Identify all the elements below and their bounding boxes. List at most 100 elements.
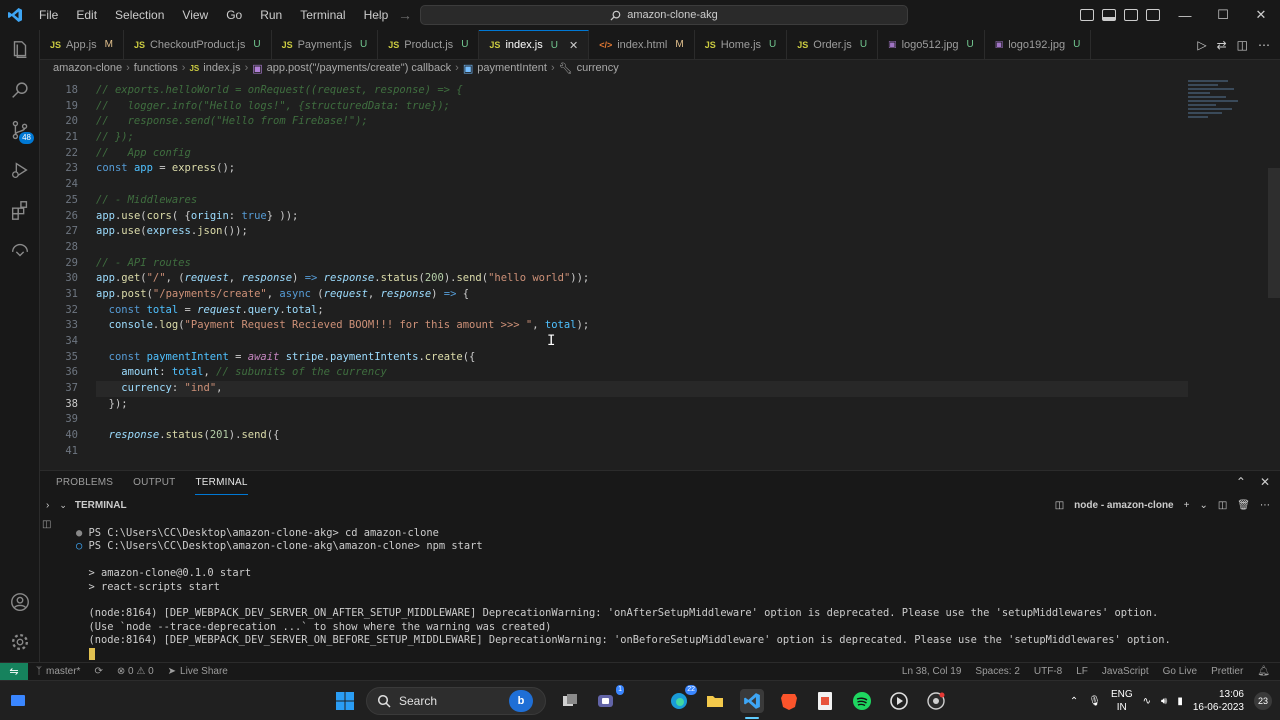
new-terminal-icon[interactable]: + <box>1184 500 1190 511</box>
breadcrumb-item[interactable]: app.post("/payments/create") callback <box>267 62 452 74</box>
show-desktop-icon[interactable] <box>6 689 30 713</box>
brave-browser-icon[interactable] <box>777 689 801 713</box>
encoding[interactable]: UTF-8 <box>1034 666 1062 677</box>
language-mode[interactable]: JavaScript <box>1102 666 1149 677</box>
windows-start-icon[interactable] <box>333 689 357 713</box>
close-window-icon[interactable]: ✕ <box>1242 0 1280 30</box>
git-branch[interactable]: master* <box>46 666 80 677</box>
more-icon[interactable]: ⋯ <box>1260 500 1270 511</box>
notification-center-badge[interactable]: 23 <box>1254 692 1272 710</box>
tab-product-js[interactable]: JS Product.js U <box>378 30 480 59</box>
task-view-icon[interactable] <box>558 689 582 713</box>
tab-logo512-jpg[interactable]: ▣ logo512.jpg U <box>878 30 985 59</box>
breadcrumb-item[interactable]: amazon-clone <box>53 62 122 74</box>
editor-scrollbar[interactable] <box>1268 168 1280 298</box>
tab-order-js[interactable]: JS Order.js U <box>787 30 879 59</box>
terminal-split-icon[interactable]: ◫ <box>42 519 51 530</box>
chevron-right-icon[interactable]: › <box>46 500 49 511</box>
menu-go[interactable]: Go <box>217 0 251 30</box>
vscode-taskbar-icon[interactable] <box>740 689 764 719</box>
menu-terminal[interactable]: Terminal <box>291 0 354 30</box>
kill-terminal-icon[interactable]: 🗑︎ <box>1237 500 1250 511</box>
tab-problems[interactable]: PROBLEMS <box>56 471 113 495</box>
file-explorer-icon[interactable] <box>703 689 727 713</box>
tab-output[interactable]: OUTPUT <box>133 471 175 495</box>
toggle-primary-sidebar-icon[interactable] <box>1080 9 1094 21</box>
edge-browser-icon[interactable]: 22 <box>667 685 697 713</box>
source-control-icon[interactable]: 48 <box>0 110 40 150</box>
volume-icon[interactable]: 🔊︎ <box>1161 696 1167 707</box>
back-arrow-icon[interactable]: ← <box>372 7 386 23</box>
wifi-icon[interactable]: ∿ <box>1143 696 1151 707</box>
media-player-icon[interactable] <box>887 689 911 713</box>
breadcrumb-item[interactable]: functions <box>134 62 178 74</box>
microphone-icon[interactable]: 🎙︎ <box>1088 696 1101 707</box>
teams-chat-icon[interactable]: 1 <box>594 685 624 713</box>
tab-logo192-jpg[interactable]: ▣ logo192.jpg U <box>985 30 1092 59</box>
menu-selection[interactable]: Selection <box>106 0 173 30</box>
problems-count[interactable]: ⊗ 0 ⚠ 0 <box>117 666 154 677</box>
obs-recorder-icon[interactable] <box>924 689 948 713</box>
tab-index-js[interactable]: JS index.js U ✕ <box>479 30 590 59</box>
tab-terminal[interactable]: TERMINAL <box>195 471 248 495</box>
cursor-position[interactable]: Ln 38, Col 19 <box>902 666 962 677</box>
forward-arrow-icon[interactable]: → <box>398 7 412 23</box>
remote-explorer-icon[interactable] <box>0 230 40 270</box>
close-panel-icon[interactable]: ✕ <box>1260 475 1270 489</box>
minimap[interactable] <box>1188 78 1244 148</box>
terminal-output[interactable]: ● PS C:\Users\CC\Desktop\amazon-clone-ak… <box>76 527 1256 661</box>
extensions-icon[interactable] <box>0 190 40 230</box>
code-line: // }); <box>96 131 134 144</box>
run-debug-icon[interactable] <box>0 150 40 190</box>
tab-app-js[interactable]: JS App.js M <box>40 30 124 59</box>
sync-icon[interactable]: ⟳ <box>94 666 102 677</box>
toggle-secondary-sidebar-icon[interactable] <box>1124 9 1138 21</box>
menu-file[interactable]: File <box>30 0 67 30</box>
split-terminal-icon[interactable]: ◫ <box>1218 500 1227 511</box>
close-tab-icon[interactable]: ✕ <box>569 39 578 52</box>
indentation[interactable]: Spaces: 2 <box>975 666 1019 677</box>
chevron-down-icon[interactable]: ⌄ <box>59 500 67 511</box>
breadcrumb-item[interactable]: currency <box>577 62 619 74</box>
code-editor[interactable]: 18 19 20 21 22 23 24 25 26 27 28 29 30 3… <box>40 76 1280 466</box>
menu-run[interactable]: Run <box>251 0 291 30</box>
language-indicator[interactable]: ENG IN <box>1111 688 1133 714</box>
menu-edit[interactable]: Edit <box>67 0 106 30</box>
battery-icon[interactable]: ▮ <box>1177 696 1183 707</box>
maximize-panel-icon[interactable]: ⌃ <box>1236 475 1246 489</box>
live-share-button[interactable]: Live Share <box>180 666 228 677</box>
clock[interactable]: 13:06 16-06-2023 <box>1193 688 1244 714</box>
terminal-instance-name[interactable]: node - amazon-clone <box>1074 500 1173 511</box>
breadcrumb-item[interactable]: paymentIntent <box>477 62 547 74</box>
settings-gear-icon[interactable] <box>0 622 40 662</box>
split-editor-icon[interactable]: ◫ <box>1237 38 1248 52</box>
compare-changes-icon[interactable]: ⇄ <box>1217 38 1227 52</box>
breadcrumb-item[interactable]: index.js <box>203 62 240 74</box>
prettier-status[interactable]: Prettier <box>1211 666 1243 677</box>
notifications-bell-icon[interactable]: 🔔︎ <box>1257 666 1270 677</box>
tab-index-html[interactable]: </> index.html M <box>589 30 695 59</box>
accounts-icon[interactable] <box>0 582 40 622</box>
taskbar-search[interactable]: Search b <box>366 687 546 715</box>
show-hidden-icons-icon[interactable]: ⌃ <box>1070 696 1078 707</box>
menu-view[interactable]: View <box>173 0 217 30</box>
app-icon[interactable] <box>813 689 837 713</box>
terminal-dropdown-icon[interactable]: ⌄ <box>1199 500 1207 511</box>
tab-home-js[interactable]: JS Home.js U <box>695 30 788 59</box>
command-center[interactable]: amazon-clone-akg <box>420 5 908 25</box>
tab-checkoutproduct-js[interactable]: JS CheckoutProduct.js U <box>124 30 272 59</box>
line-ending[interactable]: LF <box>1076 666 1088 677</box>
minimize-icon[interactable]: — <box>1166 0 1204 30</box>
remote-indicator-icon[interactable]: ⇋ <box>0 662 28 681</box>
terminal-text: (node:8164) [DEP_WEBPACK_DEV_SERVER_ON_B… <box>88 634 1171 647</box>
more-actions-icon[interactable]: ⋯ <box>1258 38 1270 52</box>
spotify-icon[interactable] <box>850 689 874 713</box>
run-file-icon[interactable]: ▷ <box>1197 38 1206 52</box>
maximize-icon[interactable]: ☐ <box>1204 0 1242 30</box>
toggle-panel-icon[interactable] <box>1102 9 1116 21</box>
customize-layout-icon[interactable] <box>1146 9 1160 21</box>
explorer-icon[interactable] <box>0 30 40 70</box>
search-view-icon[interactable] <box>0 70 40 110</box>
tab-payment-js[interactable]: JS Payment.js U <box>272 30 379 59</box>
go-live-button[interactable]: Go Live <box>1163 666 1197 677</box>
